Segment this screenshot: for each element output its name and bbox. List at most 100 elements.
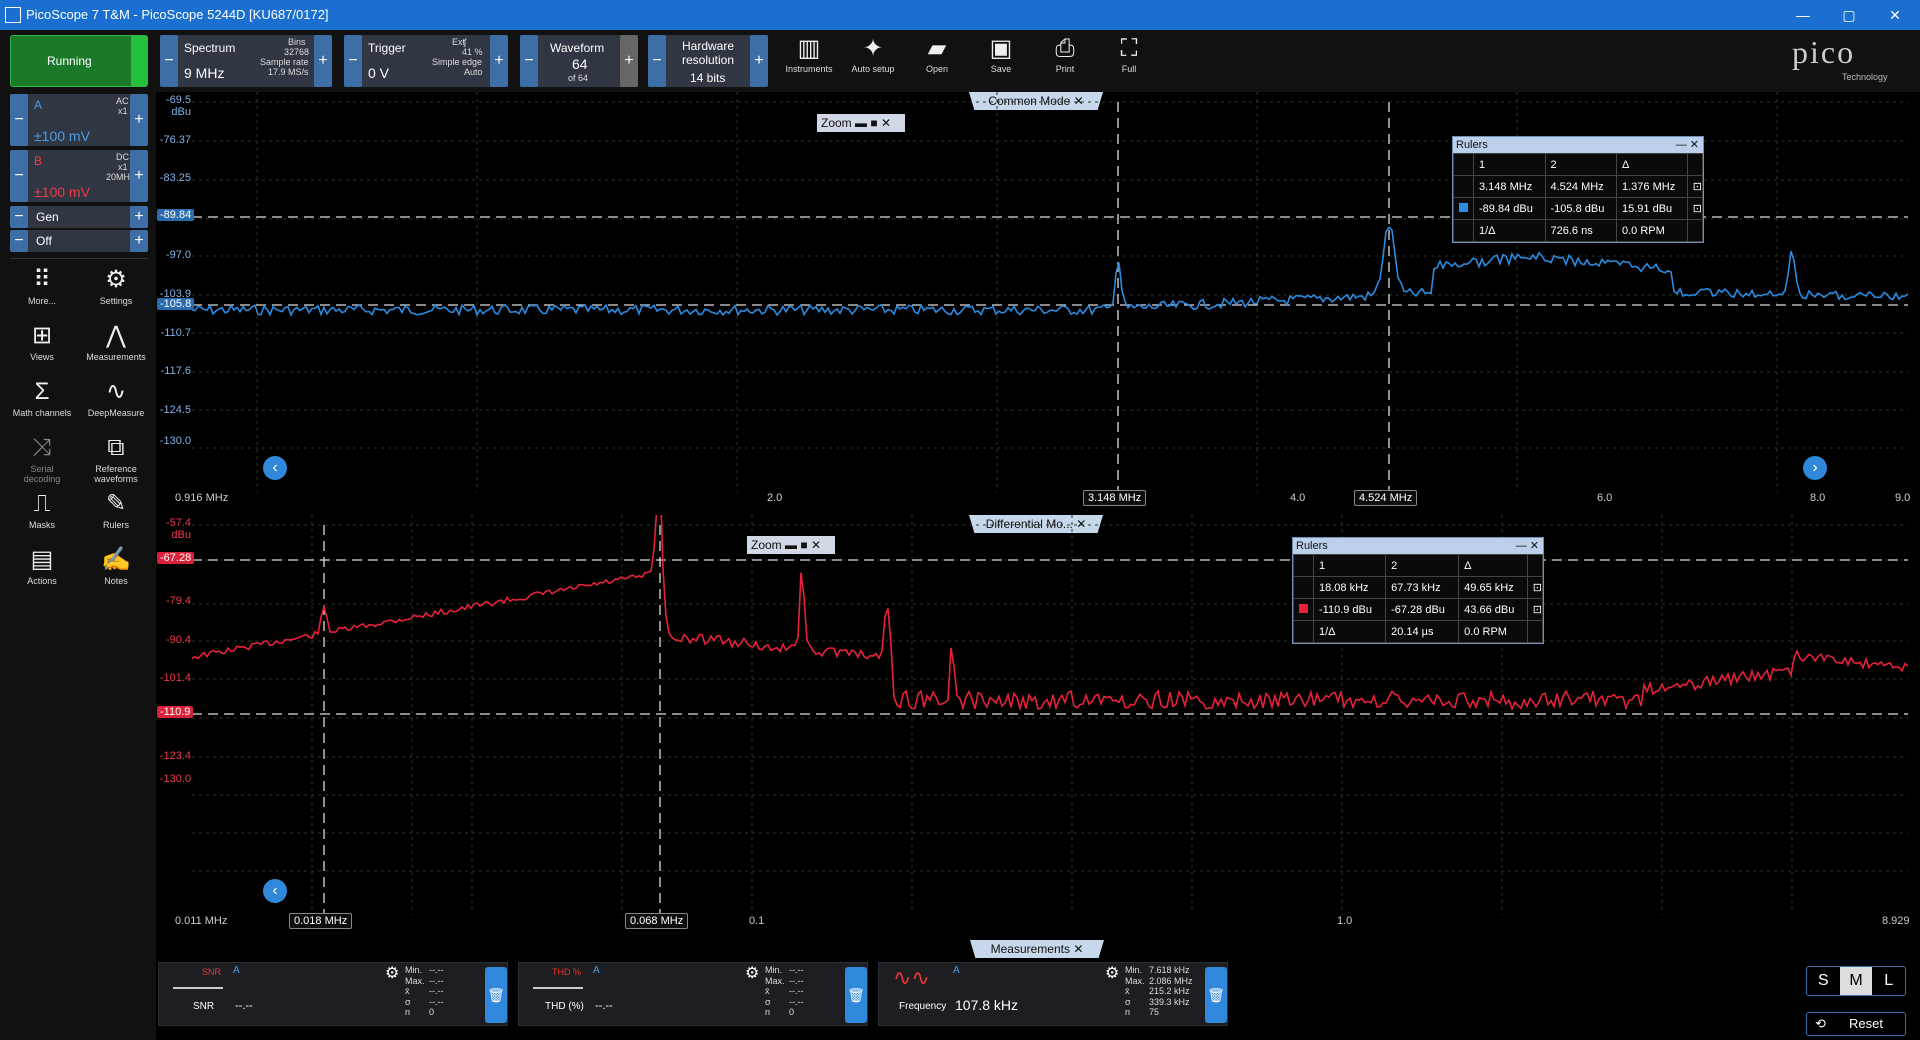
delete-measurement-button[interactable]: 🗑 xyxy=(845,967,867,1023)
ruler-x2-label[interactable]: 4.524 MHz xyxy=(1354,490,1418,506)
delete-measurement-button[interactable]: 🗑 xyxy=(1205,967,1227,1023)
mode-increment-button[interactable]: + xyxy=(314,35,332,87)
rulers-title: Rulers xyxy=(1296,540,1328,552)
generator-decrement[interactable]: − xyxy=(10,206,28,228)
lock-icon[interactable]: ⊡ xyxy=(1526,598,1544,621)
waveform-group[interactable]: − Waveform 64 of 64 + xyxy=(520,35,638,87)
open-button[interactable]: ▰ Open xyxy=(906,34,968,88)
window-title: PicoScope 7 T&M - PicoScope 5244D [KU687… xyxy=(26,7,329,22)
gear-icon[interactable]: ⚙ xyxy=(1105,963,1119,983)
resolution-increment-button[interactable]: + xyxy=(750,35,768,87)
auto-setup-button[interactable]: ✦ Auto setup xyxy=(842,34,904,88)
spectrum-view-common-mode[interactable]: Common Mode ✕ -89.84 -105.8 -69.5 dBu -7… xyxy=(157,92,1920,510)
sample-rate-label: Sample rate xyxy=(260,57,309,67)
mode-label: Spectrum xyxy=(184,41,236,55)
rulers-panel-bottom[interactable]: Rulers — ✕ 12Δ 18.08 kHz 67.73 kHz 49.65 kH… xyxy=(1292,537,1544,644)
reset-label: Reset xyxy=(1849,1016,1883,1031)
generator-increment[interactable]: + xyxy=(130,206,148,228)
trigger-increment-button[interactable]: + xyxy=(490,35,508,87)
scroll-left-button[interactable]: ‹ xyxy=(263,456,287,480)
ruler-x1-label[interactable]: 0.018 MHz xyxy=(289,913,353,929)
y-tick: -79.4 xyxy=(165,595,191,607)
trash-icon: 🗑 xyxy=(1207,987,1225,1003)
size-m-button[interactable]: M xyxy=(1839,967,1873,995)
generator-control[interactable]: − Gen + xyxy=(10,206,148,228)
delete-measurement-button[interactable]: 🗑 xyxy=(485,967,507,1023)
ruler-x1-label[interactable]: 3.148 MHz xyxy=(1083,490,1147,506)
channel-a-range-down[interactable]: − xyxy=(10,94,28,146)
channel-b-range-down[interactable]: − xyxy=(10,150,28,202)
channel-b-range: ±100 mV xyxy=(34,184,90,200)
instruments-button[interactable]: ▥ Instruments xyxy=(778,34,840,88)
channel-b-swatch xyxy=(1299,603,1308,613)
generator-state-increment[interactable]: + xyxy=(130,230,148,252)
spectrum-view-differential-mode[interactable]: Differential Mo... ✕ -67.28 -110.9 -57.4… xyxy=(157,515,1920,935)
trigger-decrement-button[interactable]: − xyxy=(344,35,362,87)
ruler-x2-label[interactable]: 0.068 MHz xyxy=(625,913,689,929)
generator-state-decrement[interactable]: − xyxy=(10,230,28,252)
waveform-label: Waveform xyxy=(550,41,605,55)
ruler-x2-value: 67.73 kHz xyxy=(1385,576,1460,599)
waveform-increment-button[interactable]: + xyxy=(620,35,638,87)
gear-icon[interactable]: ⚙ xyxy=(745,963,759,983)
size-l-button[interactable]: L xyxy=(1872,967,1905,995)
zoom-overview-bottom[interactable]: Zoom ▬ ■ ✕ xyxy=(747,536,835,554)
close-button[interactable]: ✕ xyxy=(1872,0,1918,30)
trigger-value: 0 V xyxy=(368,65,390,81)
maximize-button[interactable]: ▢ xyxy=(1826,0,1872,30)
full-label: Full xyxy=(1121,64,1137,74)
lock-icon[interactable]: ⊡ xyxy=(1686,175,1704,198)
save-button[interactable]: ▣ Save xyxy=(970,34,1032,88)
plot-area-bottom[interactable] xyxy=(192,515,1908,915)
sidebar-item-masks[interactable]: ⎍ Masks xyxy=(12,488,72,542)
channel-a-range-up[interactable]: + xyxy=(130,94,148,146)
sidebar-item-actions[interactable]: ▤ Actions xyxy=(12,544,72,598)
run-stop-button[interactable]: Running xyxy=(10,35,148,87)
lock-icon[interactable]: ⊡ xyxy=(1686,197,1704,220)
mode-decrement-button[interactable]: − xyxy=(160,35,178,87)
sidebar-item-serial-decoding[interactable]: ⤨ Serial decoding xyxy=(12,432,72,486)
resolution-decrement-button[interactable]: − xyxy=(648,35,666,87)
measurement-card-snr[interactable]: SNR A SNR --.-- ⚙ Min. Max. x̄ σ n --.-- --.-… xyxy=(158,962,508,1026)
print-button[interactable]: ⎙ Print xyxy=(1034,34,1096,88)
hw-resolution-group[interactable]: − Hardware resolution 14 bits + xyxy=(648,35,768,87)
scroll-right-button[interactable]: › xyxy=(1803,456,1827,480)
rulers-panel-top[interactable]: Rulers — ✕ 12Δ 3.148 MHz 4.524 MHz 1.376 MH… xyxy=(1452,136,1704,243)
size-selector: S M L xyxy=(1806,966,1906,996)
channel-b-trace xyxy=(192,515,1908,712)
gear-icon[interactable]: ⚙ xyxy=(385,963,399,983)
channel-b-range-up[interactable]: + xyxy=(130,150,148,202)
generator-state-control[interactable]: − Off + xyxy=(10,230,148,252)
x-tick: 0.1 xyxy=(749,915,765,927)
mode-group[interactable]: − Spectrum 9 MHz Bins 32768 Sample rate … xyxy=(160,35,332,87)
channel-a-control[interactable]: − A AC x1 ±100 mV + xyxy=(10,94,148,146)
measurement-card-thd[interactable]: THD % A THD (%) --.-- ⚙ Min. Max. x̄ σ n --.… xyxy=(518,962,868,1026)
waveform-decrement-button[interactable]: − xyxy=(520,35,538,87)
y-tick: -90.4 xyxy=(165,634,191,646)
sidebar-item-rulers[interactable]: ✎ Rulers xyxy=(86,488,146,542)
lock-icon[interactable]: ⊡ xyxy=(1526,576,1544,599)
sidebar-item-notes[interactable]: ✍ Notes xyxy=(86,544,146,598)
size-s-button[interactable]: S xyxy=(1807,967,1840,995)
sidebar-item-more[interactable]: ⠿ More... xyxy=(12,264,72,318)
channel-b-control[interactable]: − B DC x1 20MHz ±100 mV + xyxy=(10,150,148,202)
sidebar-item-views[interactable]: ⊞ Views xyxy=(12,320,72,374)
trigger-group[interactable]: − Trigger 0 V Ext ʃ 41 % Simple edge Aut… xyxy=(344,35,508,87)
minimize-button[interactable]: — xyxy=(1780,0,1826,30)
sidebar-item-reference-waveforms[interactable]: ⧉ Reference waveforms xyxy=(86,432,146,486)
channel-b-probe: x1 xyxy=(118,162,128,172)
sidebar-item-measurements[interactable]: ⋀ Measurements xyxy=(86,320,146,374)
scroll-left-button[interactable]: ‹ xyxy=(263,879,287,903)
full-screen-button[interactable]: ⛶ Full xyxy=(1098,34,1160,88)
logo-tagline: Technology xyxy=(1842,72,1888,82)
zoom-overview-top[interactable]: Zoom ▬ ■ ✕ xyxy=(817,114,905,132)
instruments-label: Instruments xyxy=(785,64,833,74)
sidebar-item-deepmeasure[interactable]: ∿ DeepMeasure xyxy=(86,376,146,430)
sidebar-item-math-channels[interactable]: Σ Math channels xyxy=(12,376,72,430)
measurements-tab[interactable]: Measurements ✕ xyxy=(970,940,1104,958)
reset-button[interactable]: ⟲ Reset xyxy=(1806,1012,1906,1036)
trigger-mode: Auto xyxy=(464,67,483,77)
sidebar-item-settings[interactable]: ⚙ Settings xyxy=(86,264,146,318)
measurement-card-frequency[interactable]: ∿∿ A Frequency 107.8 kHz ⚙ Min. Max. x̄ σ n … xyxy=(878,962,1228,1026)
x-tick: 2.0 xyxy=(767,492,783,504)
